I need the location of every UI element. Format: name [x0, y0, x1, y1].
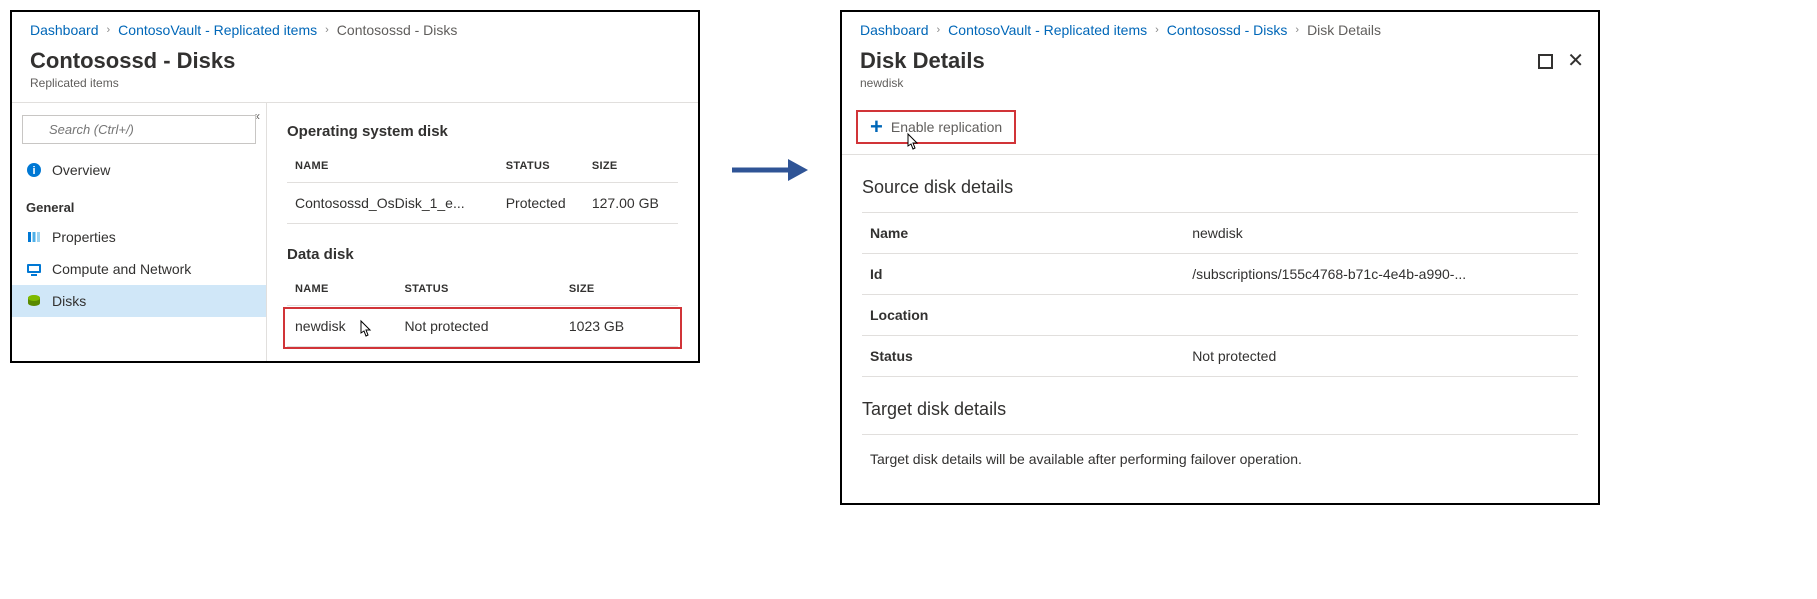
source-details-table: Name newdisk Id /subscriptions/155c4768-…: [862, 212, 1578, 377]
column-size[interactable]: SIZE: [561, 273, 678, 306]
chevron-right-icon: ›: [1155, 24, 1159, 36]
breadcrumb: Dashboard › ContosoVault - Replicated it…: [12, 12, 698, 44]
column-name[interactable]: NAME: [287, 273, 396, 306]
kv-row-name: Name newdisk: [862, 213, 1578, 254]
kv-row-status: Status Not protected: [862, 336, 1578, 377]
sidebar-item-properties[interactable]: Properties: [12, 221, 266, 253]
table-row[interactable]: Contosossd_OsDisk_1_e... Protected 127.0…: [287, 183, 678, 224]
properties-icon: [26, 229, 42, 245]
sidebar-item-label: Properties: [52, 229, 116, 245]
sidebar-item-compute-network[interactable]: Compute and Network: [12, 253, 266, 285]
chevron-right-icon: ›: [1295, 24, 1299, 36]
data-disk-heading: Data disk: [287, 246, 678, 263]
kv-row-location: Location: [862, 295, 1578, 336]
main-content: Operating system disk NAME STATUS SIZE C…: [267, 103, 698, 361]
disks-blade: Dashboard › ContosoVault - Replicated it…: [10, 10, 700, 363]
kv-value: [1184, 295, 1578, 336]
breadcrumb-dashboard[interactable]: Dashboard: [30, 22, 99, 38]
data-disk-table: NAME STATUS SIZE newdisk Not protected 1…: [287, 273, 678, 347]
column-status[interactable]: STATUS: [498, 150, 584, 183]
page-subtitle: newdisk: [842, 76, 1003, 102]
sidebar-heading-general: General: [12, 186, 266, 221]
cell-name: newdisk: [287, 306, 396, 347]
sidebar-item-label: Disks: [52, 293, 86, 309]
target-disk-heading: Target disk details: [862, 399, 1578, 420]
kv-value: Not protected: [1184, 336, 1578, 377]
sidebar: « i Overview General Properties: [12, 103, 267, 361]
kv-value: /subscriptions/155c4768-b71c-4e4b-a990-.…: [1184, 254, 1578, 295]
cell-size: 127.00 GB: [584, 183, 678, 224]
cursor-icon: [902, 132, 922, 156]
source-disk-heading: Source disk details: [862, 177, 1578, 198]
page-title: Contosossd - Disks: [12, 44, 698, 76]
kv-row-id: Id /subscriptions/155c4768-b71c-4e4b-a99…: [862, 254, 1578, 295]
restore-icon[interactable]: [1538, 54, 1553, 72]
os-disk-table: NAME STATUS SIZE Contosossd_OsDisk_1_e..…: [287, 150, 678, 224]
cell-name: Contosossd_OsDisk_1_e...: [287, 183, 498, 224]
detail-content: Source disk details Name newdisk Id /sub…: [842, 155, 1598, 503]
breadcrumb-vault[interactable]: ContosoVault - Replicated items: [118, 22, 317, 38]
kv-value: newdisk: [1184, 213, 1578, 254]
cell-size: 1023 GB: [561, 306, 678, 347]
plus-icon: +: [870, 118, 883, 136]
chevron-right-icon: ›: [107, 24, 111, 36]
cell-status: Not protected: [396, 306, 560, 347]
sidebar-item-label: Overview: [52, 162, 110, 178]
svg-text:i: i: [32, 165, 35, 177]
breadcrumb-disks[interactable]: Contosossd - Disks: [1167, 22, 1288, 38]
breadcrumb-dashboard[interactable]: Dashboard: [860, 22, 929, 38]
os-disk-heading: Operating system disk: [287, 123, 678, 140]
breadcrumb-current: Disk Details: [1307, 22, 1381, 38]
button-label: Enable replication: [891, 119, 1002, 135]
command-bar: + Enable replication: [842, 102, 1598, 155]
breadcrumb-current: Contosossd - Disks: [337, 22, 458, 38]
info-icon: i: [26, 162, 42, 178]
kv-key: Location: [862, 295, 1184, 336]
chevron-right-icon: ›: [325, 24, 329, 36]
table-row[interactable]: newdisk Not protected 1023 GB: [287, 306, 678, 347]
close-icon[interactable]: ✕: [1567, 54, 1584, 72]
kv-key: Id: [862, 254, 1184, 295]
sidebar-item-label: Compute and Network: [52, 261, 191, 277]
flow-arrow: [730, 10, 810, 330]
breadcrumb: Dashboard › ContosoVault - Replicated it…: [842, 12, 1598, 44]
sidebar-item-overview[interactable]: i Overview: [12, 154, 266, 186]
column-size[interactable]: SIZE: [584, 150, 678, 183]
enable-replication-button[interactable]: + Enable replication: [862, 114, 1010, 140]
cell-status: Protected: [498, 183, 584, 224]
disks-icon: [26, 293, 42, 309]
arrow-right-icon: [730, 155, 810, 185]
breadcrumb-vault[interactable]: ContosoVault - Replicated items: [948, 22, 1147, 38]
column-name[interactable]: NAME: [287, 150, 498, 183]
chevron-right-icon: ›: [937, 24, 941, 36]
compute-icon: [26, 261, 42, 277]
column-status[interactable]: STATUS: [396, 273, 560, 306]
page-title: Disk Details: [842, 44, 1003, 76]
disk-details-blade: Dashboard › ContosoVault - Replicated it…: [840, 10, 1600, 505]
search-input[interactable]: [22, 115, 256, 144]
page-subtitle: Replicated items: [12, 76, 698, 102]
target-note: Target disk details will be available af…: [862, 434, 1578, 483]
kv-key: Status: [862, 336, 1184, 377]
sidebar-item-disks[interactable]: Disks: [12, 285, 266, 317]
highlight-box: + Enable replication: [856, 110, 1016, 144]
kv-key: Name: [862, 213, 1184, 254]
